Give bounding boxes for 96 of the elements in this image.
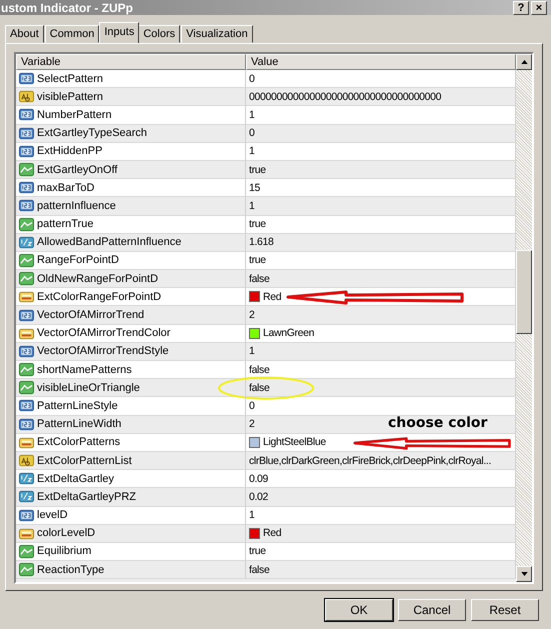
variable-name: NumberPattern bbox=[37, 108, 112, 121]
color-type-icon bbox=[19, 289, 34, 304]
number-type-icon bbox=[19, 416, 34, 432]
number-type-icon bbox=[19, 308, 34, 323]
number-type-icon bbox=[19, 344, 34, 359]
boolean-type-icon bbox=[19, 162, 34, 178]
variable-value: false bbox=[249, 364, 270, 376]
variable-name: levelD bbox=[37, 509, 68, 522]
variable-name: AllowedBandPatternInfluence bbox=[37, 236, 182, 248]
number-type-icon bbox=[19, 107, 34, 122]
column-header[interactable]: Value bbox=[246, 54, 516, 70]
number-type-icon bbox=[19, 71, 34, 86]
scroll-thumb[interactable] bbox=[516, 250, 532, 334]
number-type-icon bbox=[19, 180, 34, 196]
variable-value: true bbox=[249, 164, 266, 176]
variable-name: VectorOfAMirrorTrend bbox=[37, 309, 144, 322]
variable-name: patternTrue bbox=[37, 218, 94, 230]
variable-name: VectorOfAMirrorTrendStyle bbox=[37, 345, 169, 358]
variable-name: Equilibrium bbox=[37, 545, 92, 558]
boolean-type-icon bbox=[19, 271, 34, 286]
scroll-up-button[interactable] bbox=[516, 54, 532, 70]
close-button[interactable]: × bbox=[531, 0, 547, 14]
variable-name: ExtGartleyTypeSearch bbox=[37, 127, 148, 140]
variable-name: SelectPattern bbox=[37, 72, 104, 85]
variable-value: 1 bbox=[249, 509, 254, 522]
variable-name: ReactionType bbox=[37, 564, 104, 576]
fraction-type-icon bbox=[19, 234, 34, 250]
variable-value: 1 bbox=[249, 345, 254, 358]
variable-value: false bbox=[249, 564, 270, 576]
variable-value: LightSteelBlue bbox=[263, 436, 326, 448]
variable-name: OldNewRangeForPointD bbox=[37, 272, 158, 285]
boolean-type-icon bbox=[19, 562, 34, 578]
scroll-down-button[interactable] bbox=[516, 566, 532, 582]
variable-name: shortNamePatterns bbox=[37, 364, 132, 376]
variable-name: ExtColorPatterns bbox=[37, 436, 120, 448]
variable-name: visiblePattern bbox=[37, 90, 104, 103]
variable-name: VectorOfAMirrorTrendColor bbox=[37, 327, 170, 340]
variable-value: 0.02 bbox=[249, 490, 268, 503]
number-type-icon bbox=[19, 508, 34, 523]
number-type-icon bbox=[19, 144, 34, 159]
variable-name: patternInfluence bbox=[37, 200, 116, 212]
dialog-button[interactable]: Reset bbox=[471, 599, 539, 621]
variable-name: ExtColorRangeForPointD bbox=[37, 290, 162, 303]
variable-value: 0.09 bbox=[249, 472, 268, 485]
tab[interactable]: About bbox=[5, 25, 44, 43]
variable-value: 2 bbox=[249, 309, 254, 322]
text-type-icon bbox=[19, 453, 34, 468]
variable-value: false bbox=[249, 272, 270, 285]
variable-value: 1 bbox=[249, 108, 254, 121]
variable-value: clrBlue,clrDarkGreen,clrFireBrick,clrDeepPink,clrRoyal... bbox=[249, 454, 492, 467]
dialog-button[interactable]: Cancel bbox=[398, 599, 466, 621]
scrollbar[interactable] bbox=[516, 54, 532, 582]
variable-value: Red bbox=[263, 527, 282, 540]
variable-name: ExtGartleyOnOff bbox=[37, 164, 118, 176]
up-arrow-icon bbox=[520, 60, 528, 64]
dialog-button[interactable]: OK bbox=[325, 599, 393, 621]
variable-name: ExtDeltaGartleyPRZ bbox=[37, 490, 136, 503]
variable-value: 1 bbox=[249, 145, 254, 158]
variable-value: 15 bbox=[249, 182, 260, 194]
down-arrow-icon bbox=[520, 572, 528, 576]
variable-value: Red bbox=[263, 290, 282, 303]
variable-name: ExtHiddenPP bbox=[37, 145, 102, 158]
annotation-note: choose color bbox=[388, 414, 488, 431]
variable-value: 2 bbox=[249, 418, 254, 430]
window-title: ustom Indicator - ZUPp bbox=[1, 0, 134, 14]
variable-name: ExtColorPatternList bbox=[37, 454, 132, 467]
variable-name: maxBarToD bbox=[37, 182, 94, 194]
number-type-icon bbox=[19, 198, 34, 214]
variable-value: true bbox=[249, 545, 266, 558]
variable-name: visibleLineOrTriangle bbox=[37, 382, 140, 394]
tab[interactable]: Common bbox=[44, 25, 100, 43]
variable-value: 0 bbox=[249, 72, 254, 85]
variable-name: colorLevelD bbox=[37, 527, 96, 540]
tab[interactable]: Colors bbox=[138, 25, 180, 43]
variable-value: true bbox=[249, 254, 266, 266]
variable-value: 1 bbox=[249, 200, 254, 212]
help-button[interactable]: ? bbox=[513, 0, 529, 14]
variable-value: 0 bbox=[249, 400, 254, 412]
variable-name: RangeForPointD bbox=[37, 254, 119, 266]
column-header[interactable]: Variable bbox=[16, 54, 246, 70]
variable-name: PatternLineWidth bbox=[37, 418, 122, 430]
number-type-icon bbox=[19, 398, 34, 414]
variable-value: LawnGreen bbox=[263, 327, 314, 340]
variable-name: PatternLineStyle bbox=[37, 400, 118, 412]
tab[interactable]: Inputs bbox=[99, 22, 140, 43]
variable-value: 00000000000000000000000000000000000 bbox=[249, 90, 442, 103]
variable-value: 0 bbox=[249, 127, 254, 140]
variable-value: 1.618 bbox=[249, 236, 274, 248]
boolean-type-icon bbox=[19, 380, 34, 396]
variable-value: false bbox=[249, 382, 270, 394]
text-type-icon bbox=[19, 89, 34, 104]
number-type-icon bbox=[19, 126, 34, 141]
tab[interactable]: Visualization bbox=[181, 25, 253, 43]
variable-name: ExtDeltaGartley bbox=[37, 472, 114, 485]
variable-value: true bbox=[249, 218, 266, 230]
fraction-type-icon bbox=[19, 489, 34, 504]
